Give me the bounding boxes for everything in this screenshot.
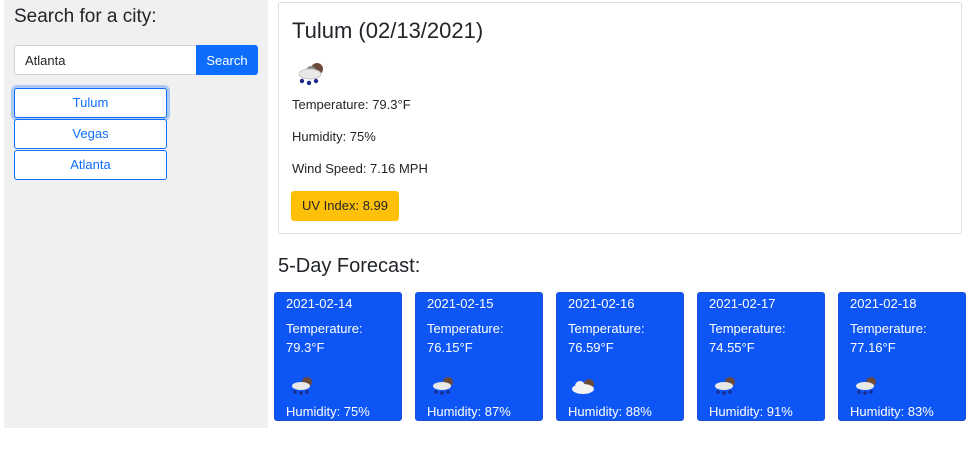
forecast-humidity: Humidity: 87% [427,404,511,419]
forecast-card: 2021-02-14 Temperature: 79.3°F Humidity:… [274,292,402,421]
current-humidity: Humidity: 75% [292,129,376,144]
forecast-card: 2021-02-18 Temperature: 77.16°F Humidity… [838,292,966,421]
snow-rain-icon [292,377,312,395]
forecast-title: 5-Day Forecast: [278,255,421,277]
forecast-date: 2021-02-15 [427,296,494,311]
forecast-temperature: 77.16°F [850,340,896,355]
forecast-humidity: Humidity: 88% [568,404,652,419]
forecast-date: 2021-02-16 [568,296,635,311]
snow-rain-icon [296,63,323,89]
forecast-temperature: 76.15°F [427,340,473,355]
forecast-date: 2021-02-17 [709,296,776,311]
cloud-icon [572,379,594,394]
forecast-card: 2021-02-17 Temperature: 74.55°F Humidity… [697,292,825,421]
forecast-card: 2021-02-15 Temperature: 76.15°F Humidity… [415,292,543,421]
forecast-temperature-label: Temperature: [286,321,363,336]
search-row: Search [14,45,258,75]
search-sidebar: Search for a city: Search Tulum Vegas At… [4,0,268,428]
uv-index-badge: UV Index: 8.99 [291,191,399,221]
forecast-temperature-label: Temperature: [850,321,927,336]
forecast-humidity: Humidity: 91% [709,404,793,419]
history-button-vegas[interactable]: Vegas [14,119,167,149]
forecast-humidity: Humidity: 75% [286,404,370,419]
city-title: Tulum (02/13/2021) [292,18,484,43]
forecast-temperature: 74.55°F [709,340,755,355]
forecast-temperature: 79.3°F [286,340,325,355]
current-wind-speed: Wind Speed: 7.16 MPH [292,161,428,176]
forecast-date: 2021-02-14 [286,296,353,311]
forecast-temperature-label: Temperature: [427,321,504,336]
forecast-temperature-label: Temperature: [568,321,645,336]
city-search-input[interactable] [14,45,196,75]
search-history: Tulum Vegas Atlanta [14,88,167,181]
forecast-date: 2021-02-18 [850,296,917,311]
search-button[interactable]: Search [196,45,258,75]
history-button-tulum[interactable]: Tulum [14,88,167,118]
forecast-humidity: Humidity: 83% [850,404,934,419]
forecast-card: 2021-02-16 Temperature: 76.59°F Humidity… [556,292,684,421]
forecast-temperature: 76.59°F [568,340,614,355]
current-temperature: Temperature: 79.3°F [292,97,411,112]
snow-rain-icon [433,377,453,395]
forecast-temperature-label: Temperature: [709,321,786,336]
snow-rain-icon [715,377,735,395]
snow-rain-icon [856,377,876,395]
history-button-atlanta[interactable]: Atlanta [14,150,167,180]
sidebar-title: Search for a city: [14,6,157,27]
current-weather-card: Tulum (02/13/2021) Temperature: 79.3°F H… [278,2,962,234]
